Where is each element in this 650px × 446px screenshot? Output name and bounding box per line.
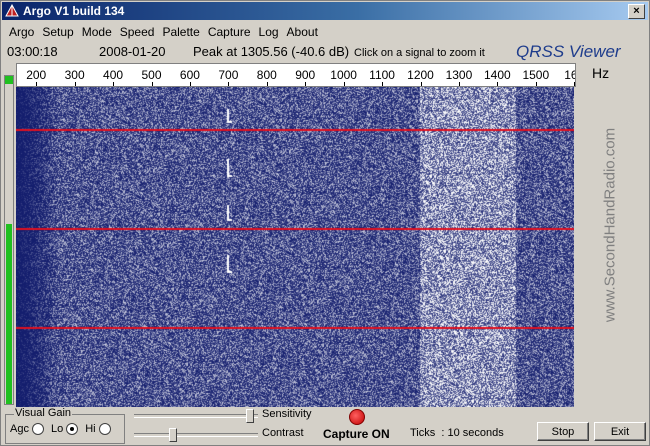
brand-logo: QRSS Viewer	[516, 42, 621, 61]
scale-label: 500	[141, 68, 162, 82]
gain-hi-radio[interactable]	[98, 423, 111, 435]
visual-gain-title: Visual Gain	[14, 407, 73, 419]
menu-setup[interactable]: Setup	[38, 23, 77, 41]
menu-about[interactable]: About	[283, 23, 322, 41]
scale-label: 1500	[522, 68, 550, 82]
scale-label: 600	[179, 68, 200, 82]
scale-tick	[343, 82, 345, 86]
level-meter	[4, 75, 14, 405]
waterfall-display[interactable]	[16, 87, 574, 407]
menu-bar: Argo Setup Mode Speed Palette Capture Lo…	[5, 23, 322, 41]
level-meter-fill	[6, 223, 12, 404]
scale-label: 700	[218, 68, 239, 82]
sensitivity-label: Sensitivity	[262, 408, 312, 420]
level-meter-indicator	[5, 76, 13, 84]
scale-tick	[535, 82, 537, 86]
date: 2008-01-20	[99, 44, 166, 59]
scale-tick	[458, 82, 460, 86]
exit-button[interactable]: Exit	[594, 422, 646, 441]
scale-label: 1400	[484, 68, 511, 82]
close-icon: ×	[633, 5, 640, 17]
contrast-track	[134, 433, 258, 437]
scale-label: 1000	[330, 68, 357, 82]
ticks-readout: Ticks : 10 seconds	[410, 427, 504, 439]
scale-label: 800	[256, 68, 277, 82]
scale-label: 1200	[407, 68, 434, 82]
gain-hi-label: Hi	[85, 423, 96, 435]
gain-agc-label: Agc	[10, 423, 29, 435]
scale-label: 200	[26, 68, 47, 82]
close-button[interactable]: ×	[628, 4, 645, 19]
main-window: Argo V1 build 134 × Argo Setup Mode Spee…	[0, 0, 650, 446]
gain-agc-radio[interactable]	[31, 423, 44, 435]
contrast-thumb[interactable]	[169, 428, 178, 442]
menu-mode[interactable]: Mode	[78, 23, 116, 41]
scale-tick	[36, 82, 38, 86]
scale-tick	[382, 82, 384, 86]
gain-options: Agc Lo Hi	[10, 423, 115, 435]
menu-log[interactable]: Log	[255, 23, 283, 41]
app-icon	[5, 4, 19, 17]
zoom-hint: Click on a signal to zoom it	[354, 47, 485, 59]
capture-status: Capture ON	[323, 427, 390, 441]
frequency-unit: Hz	[592, 65, 610, 81]
utc-time: 03:00:18	[7, 44, 58, 59]
contrast-label: Contrast	[262, 427, 304, 439]
menu-palette[interactable]: Palette	[158, 23, 203, 41]
waterfall-canvas[interactable]	[16, 87, 574, 407]
capture-indicator-icon	[349, 409, 365, 425]
scale-tick	[151, 82, 153, 86]
menu-argo[interactable]: Argo	[5, 23, 38, 41]
gain-lo-label: Lo	[50, 423, 64, 435]
sensitivity-track	[134, 414, 258, 418]
title-bar[interactable]: Argo V1 build 134 ×	[2, 2, 648, 20]
scale-label: 400	[103, 68, 124, 82]
scale-tick	[113, 82, 115, 86]
scale-tick	[305, 82, 307, 86]
scale-tick	[420, 82, 422, 86]
scale-label: 1300	[445, 68, 473, 82]
scale-tick	[228, 82, 230, 86]
scale-tick	[574, 82, 575, 86]
sensitivity-slider[interactable]	[134, 409, 258, 423]
frequency-scale: 200 300 400 500 600 700 800 900 1000 1100 1200 1300…	[16, 63, 576, 87]
gain-lo-radio[interactable]	[66, 423, 79, 435]
scale-label: 300	[64, 68, 85, 82]
scale-label: 1100	[369, 68, 395, 82]
scale-tick	[189, 82, 191, 86]
menu-capture[interactable]: Capture	[204, 23, 255, 41]
contrast-slider[interactable]	[134, 428, 258, 442]
scale-tick	[74, 82, 76, 86]
scale-label: 900	[295, 68, 316, 82]
sensitivity-thumb[interactable]	[246, 409, 255, 423]
watermark: www.SecondHandRadio.com	[601, 127, 619, 323]
visual-gain-group: Visual Gain Agc Lo Hi	[5, 407, 125, 444]
scale-tick	[266, 82, 268, 86]
status-line: 03:00:18 2008-01-20 Peak at 1305.56 (-40…	[1, 42, 650, 62]
menu-speed[interactable]: Speed	[116, 23, 159, 41]
stop-button[interactable]: Stop	[537, 422, 589, 441]
scale-label: 160	[564, 68, 575, 82]
scale-tick	[497, 82, 499, 86]
peak-readout: Peak at 1305.56 (-40.6 dB)	[193, 44, 350, 59]
window-title: Argo V1 build 134	[23, 4, 125, 18]
